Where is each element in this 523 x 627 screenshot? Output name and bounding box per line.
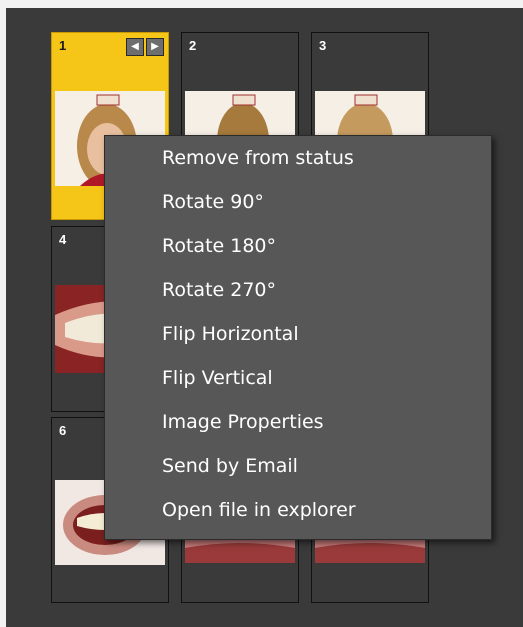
thumbnail-number: 2	[189, 38, 197, 53]
menu-item-rotate-270[interactable]: Rotate 270°	[105, 275, 491, 319]
mouth-photo-icon	[185, 538, 295, 563]
menu-item-remove-from-status[interactable]: Remove from status	[105, 143, 491, 187]
image-context-menu: Remove from status Rotate 90° Rotate 180…	[104, 135, 492, 540]
menu-item-flip-horizontal[interactable]: Flip Horizontal	[105, 319, 491, 363]
thumbnail-number: 6	[59, 423, 67, 438]
menu-item-send-by-email[interactable]: Send by Email	[105, 451, 491, 495]
menu-item-image-properties[interactable]: Image Properties	[105, 407, 491, 451]
thumbnail-number: 4	[59, 232, 67, 247]
image-gallery-window: 1 ◀ ▶ 2 3 4 6 Remove from status Rotate …	[0, 0, 523, 627]
menu-item-rotate-90[interactable]: Rotate 90°	[105, 187, 491, 231]
chevron-left-icon[interactable]: ◀	[126, 38, 144, 56]
thumbnail-photo	[315, 538, 425, 563]
thumbnail-photo	[185, 538, 295, 563]
menu-item-rotate-180[interactable]: Rotate 180°	[105, 231, 491, 275]
thumbnail-number: 1	[59, 38, 67, 53]
menu-item-open-in-explorer[interactable]: Open file in explorer	[105, 495, 491, 539]
window-top-border	[0, 0, 523, 8]
menu-item-flip-vertical[interactable]: Flip Vertical	[105, 363, 491, 407]
thumbnail-nav: ◀ ▶	[126, 38, 164, 56]
chevron-right-icon[interactable]: ▶	[146, 38, 164, 56]
mouth-photo-icon	[315, 538, 425, 563]
thumbnail-number: 3	[319, 38, 327, 53]
